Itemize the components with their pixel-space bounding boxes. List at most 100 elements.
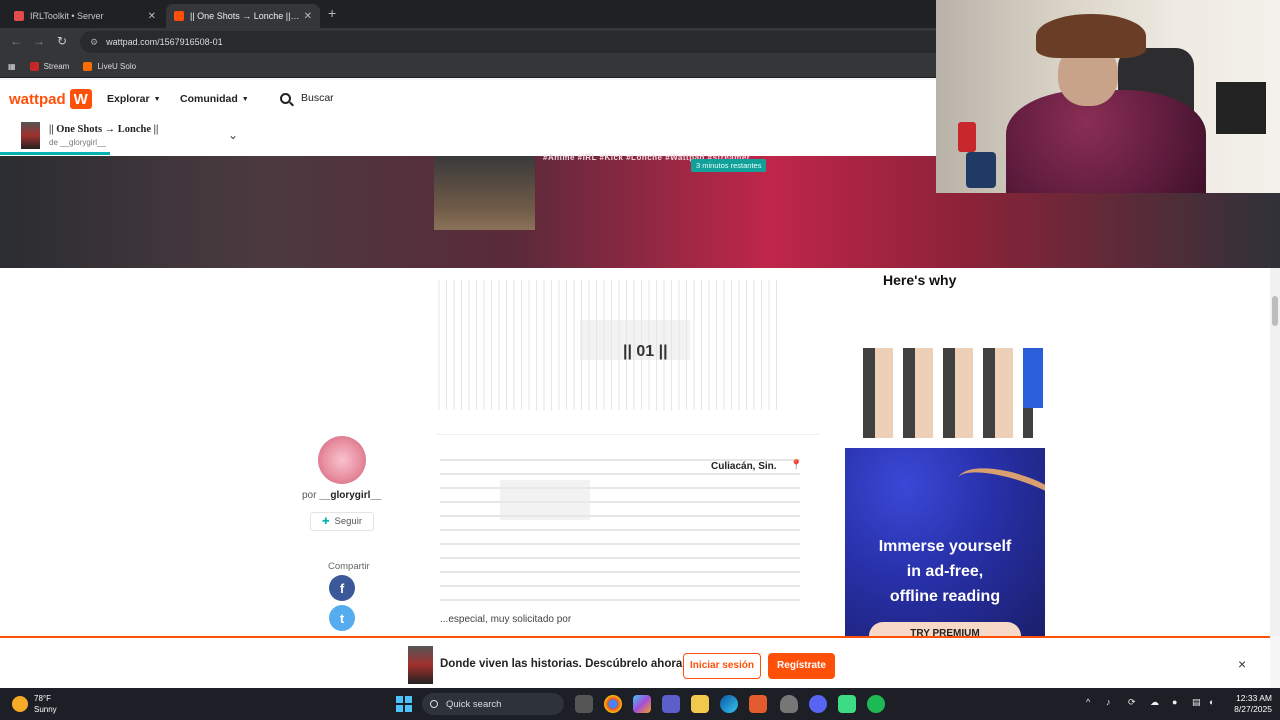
- liveu-bookmark-icon: [83, 62, 93, 71]
- speaker-tray-icon[interactable]: ◐: [1209, 697, 1214, 707]
- ad-swoosh-graphic: [950, 456, 1045, 538]
- background-shelf: [1216, 82, 1266, 134]
- windows-taskbar: 78°F Sunny Quick search ^ ♪ ⟳ ☁ ● ▤ ◐ 12…: [0, 688, 1280, 720]
- chapter-excerpt: ...especial, muy solicitado por: [440, 614, 572, 625]
- sync-tray-icon[interactable]: ⟳: [1128, 697, 1136, 708]
- weather-condition: Sunny: [34, 705, 57, 714]
- taskbar-search-placeholder: Quick search: [446, 698, 502, 710]
- share-label: Compartir: [328, 561, 370, 572]
- byline-prefix: por: [302, 490, 317, 501]
- copilot-icon[interactable]: [633, 695, 651, 713]
- story-byline: de __glorygirl__: [49, 138, 106, 147]
- close-icon[interactable]: ×: [1238, 656, 1246, 672]
- cloud-tray-icon[interactable]: ☁: [1150, 697, 1159, 708]
- chrome-icon[interactable]: [604, 695, 622, 713]
- reading-progress-bar: [0, 152, 110, 155]
- mic-tray-icon[interactable]: ●: [1172, 697, 1177, 707]
- ad-line: offline reading: [889, 588, 1001, 605]
- clock-time: 12:33 AM: [1236, 693, 1272, 703]
- search-label: Buscar: [301, 92, 334, 104]
- edge-icon[interactable]: [720, 695, 738, 713]
- nav-explorar[interactable]: Explorar ▼: [107, 93, 161, 105]
- bookmark-label: Stream: [43, 62, 70, 71]
- ad-scrambled-image: [863, 348, 1033, 438]
- author-byline: por __glorygirl__: [302, 490, 382, 501]
- follow-button[interactable]: ✚ Seguir: [310, 512, 374, 531]
- facebook-share-icon[interactable]: f: [329, 575, 355, 601]
- author-avatar[interactable]: [318, 436, 366, 484]
- follow-label: Seguir: [334, 516, 362, 527]
- tab-irltoolkit[interactable]: IRLToolkit • Server ✕: [6, 4, 164, 28]
- forward-icon[interactable]: →: [33, 34, 45, 48]
- chapter-header-image: [434, 156, 535, 230]
- apps-grid-icon[interactable]: ▦: [8, 62, 16, 71]
- tab-wattpad[interactable]: || One Shots → Lonche || - || 01 || ✕: [166, 4, 320, 28]
- streamer-shirt: [1006, 90, 1206, 193]
- ad-top-text: Here's why: [883, 272, 957, 288]
- banner-text: Donde viven las historias. Descúbrelo ah…: [440, 658, 683, 670]
- office-icon[interactable]: [749, 695, 767, 713]
- discord-icon[interactable]: [809, 695, 827, 713]
- login-button[interactable]: Iniciar sesión: [683, 653, 761, 679]
- weather-widget[interactable]: 78°F Sunny: [12, 693, 57, 715]
- irltoolkit-favicon-icon: [14, 11, 24, 21]
- bookmark-liveu-solo[interactable]: LiveU Solo: [83, 62, 136, 71]
- ad-color-block: [1023, 348, 1043, 408]
- story-cover-thumbnail: [21, 122, 40, 149]
- volume-tray-icon[interactable]: ♪: [1106, 697, 1111, 707]
- register-button[interactable]: Regístrate: [768, 653, 835, 679]
- scrambled-text-block: [440, 450, 800, 610]
- advertisement-premium[interactable]: Immerse yourself in ad-free, offline rea…: [845, 448, 1045, 636]
- alien-app-icon[interactable]: [780, 695, 798, 713]
- chevron-down-icon[interactable]: ⌄: [228, 128, 238, 142]
- location-pin-icon: 📍: [790, 460, 803, 471]
- nav-comunidad[interactable]: Comunidad ▼: [180, 93, 249, 105]
- bookmark-stream[interactable]: Stream: [29, 62, 70, 71]
- twitter-share-icon[interactable]: t: [329, 605, 355, 631]
- time-remaining-badge: 3 minutos restantes: [691, 159, 767, 172]
- taskbar-search[interactable]: Quick search: [422, 693, 564, 715]
- site-info-icon[interactable]: ⚙: [90, 37, 98, 48]
- file-explorer-icon[interactable]: [691, 695, 709, 713]
- back-icon[interactable]: ←: [10, 34, 22, 48]
- try-premium-button[interactable]: TRY PREMIUM: [869, 622, 1021, 636]
- spotify-icon[interactable]: [867, 695, 885, 713]
- tab-title: IRLToolkit • Server: [30, 11, 104, 21]
- cup: [966, 152, 996, 188]
- chapter-number: || 01 ||: [623, 343, 668, 360]
- wattpad-w-icon: W: [69, 89, 92, 109]
- caret-down-icon: ▼: [153, 95, 161, 103]
- webcam-overlay: [936, 0, 1280, 193]
- weather-temp: 78°F: [34, 694, 51, 703]
- cowboy-hat: [1036, 14, 1146, 58]
- caret-down-icon: ▼: [241, 95, 249, 103]
- close-tab-icon[interactable]: ✕: [304, 11, 312, 22]
- teams-icon[interactable]: [662, 695, 680, 713]
- close-tab-icon[interactable]: ✕: [148, 11, 156, 22]
- advertisement-top[interactable]: Here's why: [843, 268, 1045, 444]
- author-name-link[interactable]: __glorygirl__: [319, 490, 381, 501]
- tray-expand-icon[interactable]: ^: [1086, 697, 1090, 707]
- reload-icon[interactable]: ↻: [57, 34, 67, 48]
- banner-story-thumbnail: [408, 646, 433, 684]
- task-view-icon[interactable]: [575, 695, 593, 713]
- network-tray-icon[interactable]: ▤: [1192, 697, 1201, 708]
- ad-line: Immerse yourself: [878, 538, 1012, 555]
- tab-title: || One Shots → Lonche || - || 01 ||: [190, 11, 300, 21]
- android-app-icon[interactable]: [838, 695, 856, 713]
- new-tab-icon[interactable]: +: [328, 5, 336, 21]
- signup-banner: Donde viven las historias. Descúbrelo ah…: [0, 636, 1270, 688]
- wattpad-logo[interactable]: wattpad W: [9, 89, 92, 109]
- ad-line: in ad-free,: [906, 563, 984, 580]
- story-title: || One Shots → Lonche ||: [49, 124, 159, 135]
- scrambled-text-block: [500, 480, 590, 520]
- start-menu-icon[interactable]: [396, 696, 412, 712]
- nav-label: Comunidad: [180, 93, 238, 105]
- sun-icon: [12, 696, 28, 712]
- taskbar-clock[interactable]: 12:33 AM 8/27/2025: [1226, 693, 1272, 715]
- search-button[interactable]: Buscar: [280, 92, 334, 104]
- location-text: Culiacán, Sin.: [711, 461, 777, 472]
- scrollbar-thumb[interactable]: [1272, 296, 1278, 326]
- bookmark-label: LiveU Solo: [97, 62, 137, 71]
- ad-headline: Immerse yourself in ad-free, offline rea…: [845, 534, 1045, 609]
